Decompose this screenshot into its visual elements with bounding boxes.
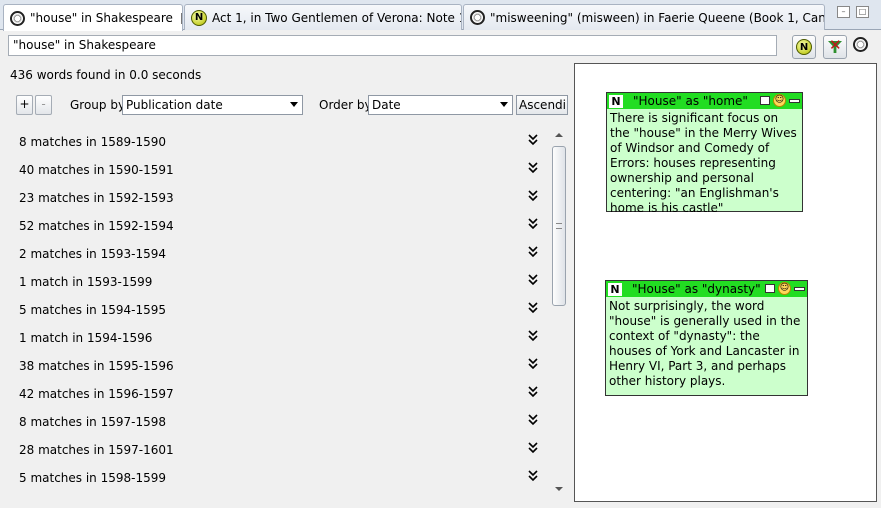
collapse-all-button[interactable]: -	[35, 95, 52, 115]
result-group-row[interactable]: 8 matches in 1589-1590	[0, 128, 548, 156]
tab-label: "misweening" (misween) in Faerie Queene …	[490, 10, 825, 25]
search-globe-icon[interactable]	[853, 37, 868, 52]
results-scrollbar[interactable]	[551, 128, 567, 496]
note-window-icon[interactable]	[765, 284, 775, 293]
result-group-label: 5 matches in 1594-1595	[19, 303, 167, 317]
expand-chevron-icon[interactable]	[527, 217, 539, 231]
order-by-select[interactable]: Date	[368, 95, 513, 115]
scroll-thumb[interactable]	[552, 146, 566, 306]
clear-filter-icon	[827, 36, 843, 55]
result-group-label: 28 matches in 1597-1601	[19, 443, 174, 457]
group-by-select[interactable]: Publication date	[122, 95, 303, 115]
result-group-label: 2 matches in 1593-1594	[19, 247, 167, 261]
maximize-button[interactable]: □	[856, 6, 869, 18]
close-icon[interactable]: ✕	[180, 12, 182, 24]
result-group-label: 52 matches in 1592-1594	[19, 219, 174, 233]
order-by-label: Order by:	[319, 98, 375, 112]
result-group-label: 5 matches in 1598-1599	[19, 471, 167, 485]
note-badge: N	[609, 94, 623, 108]
search-globe-icon	[470, 10, 485, 25]
result-group-label: 8 matches in 1597-1598	[19, 415, 167, 429]
order-by-value: Date	[372, 98, 401, 112]
result-group-label: 38 matches in 1595-1596	[19, 359, 174, 373]
note-house-as-home[interactable]: N "House" as "home" ☺ There is significa…	[606, 92, 803, 215]
tab-bar: "house" in Shakespeare ✕ N Act 1, in Two…	[0, 0, 881, 31]
result-group-row[interactable]: 1 match in 1593-1599	[0, 268, 548, 296]
new-note-button[interactable]: N	[792, 35, 816, 59]
result-group-row[interactable]: 28 matches in 1597-1601	[0, 436, 548, 464]
expand-chevron-icon[interactable]	[527, 329, 539, 343]
expand-chevron-icon[interactable]	[527, 273, 539, 287]
note-header[interactable]: N "House" as "home" ☺	[607, 93, 802, 109]
result-group-row[interactable]: 23 matches in 1592-1593	[0, 184, 548, 212]
expand-chevron-icon[interactable]	[527, 357, 539, 371]
result-group-row[interactable]: 2 matches in 1593-1594	[0, 240, 548, 268]
chevron-down-icon	[500, 102, 508, 107]
expand-chevron-icon[interactable]	[527, 385, 539, 399]
note-badge: N	[608, 282, 622, 296]
results-status: 436 words found in 0.0 seconds	[10, 68, 202, 82]
clear-filter-button[interactable]	[823, 35, 847, 59]
note-body[interactable]: Not surprisingly, the word "house" is ge…	[606, 297, 807, 391]
results-list: 8 matches in 1589-1590 40 matches in 1590…	[0, 128, 548, 496]
expand-chevron-icon[interactable]	[527, 189, 539, 203]
expand-chevron-icon[interactable]	[527, 441, 539, 455]
result-group-row[interactable]: 42 matches in 1596-1597	[0, 380, 548, 408]
minimize-note-icon[interactable]	[789, 98, 800, 103]
scroll-down-icon[interactable]	[555, 487, 563, 491]
note-icon: N	[796, 39, 812, 55]
minimize-button[interactable]: –	[837, 6, 850, 18]
result-group-row[interactable]: 38 matches in 1595-1596	[0, 352, 548, 380]
search-globe-icon	[10, 10, 25, 26]
expand-chevron-icon[interactable]	[527, 413, 539, 427]
result-group-row[interactable]: 8 matches in 1597-1598	[0, 408, 548, 436]
note-icon: N	[191, 9, 207, 26]
result-group-label: 42 matches in 1596-1597	[19, 387, 174, 401]
notes-canvas[interactable]: N "House" as "home" ☺ There is significa…	[574, 63, 877, 502]
search-input[interactable]: "house" in Shakespeare	[8, 35, 777, 56]
expand-all-button[interactable]: +	[16, 95, 33, 115]
smiley-icon[interactable]: ☺	[773, 94, 786, 107]
result-group-row[interactable]: 5 matches in 1594-1595	[0, 296, 548, 324]
expand-chevron-icon[interactable]	[527, 245, 539, 259]
tab-label: Act 1, in Two Gentlemen of Verona: Note …	[212, 10, 462, 25]
tab-label: "house" in Shakespeare	[30, 11, 173, 25]
result-group-row[interactable]: 52 matches in 1592-1594	[0, 212, 548, 240]
note-header[interactable]: N "House" as "dynasty" ☺	[606, 281, 807, 297]
result-group-label: 40 matches in 1590-1591	[19, 163, 174, 177]
sort-direction-button[interactable]: Ascendin	[516, 95, 568, 115]
note-house-as-dynasty[interactable]: N "House" as "dynasty" ☺ Not surprisingl…	[605, 280, 808, 396]
result-group-label: 8 matches in 1589-1590	[19, 135, 167, 149]
expand-chevron-icon[interactable]	[527, 301, 539, 315]
expand-chevron-icon[interactable]	[527, 133, 539, 147]
result-group-row[interactable]: 5 matches in 1598-1599	[0, 464, 548, 492]
note-body[interactable]: There is significant focus on the "house…	[607, 109, 802, 218]
expand-chevron-icon[interactable]	[527, 469, 539, 483]
result-group-row[interactable]: 40 matches in 1590-1591	[0, 156, 548, 184]
result-group-label: 1 match in 1594-1596	[19, 331, 153, 345]
result-group-row[interactable]: 1 match in 1594-1596	[0, 324, 548, 352]
expand-chevron-icon[interactable]	[527, 161, 539, 175]
scroll-up-icon[interactable]	[555, 133, 563, 137]
note-window-icon[interactable]	[760, 96, 770, 105]
tab-act1-two-gentlemen[interactable]: N Act 1, in Two Gentlemen of Verona: Not…	[184, 4, 462, 30]
chevron-down-icon	[290, 102, 298, 107]
smiley-icon[interactable]: ☺	[778, 282, 791, 295]
result-group-label: 1 match in 1593-1599	[19, 275, 153, 289]
tab-house-in-shakespeare[interactable]: "house" in Shakespeare ✕	[3, 4, 183, 31]
minimize-note-icon[interactable]	[794, 286, 805, 291]
group-by-value: Publication date	[126, 98, 223, 112]
tab-misweening[interactable]: "misweening" (misween) in Faerie Queene …	[463, 4, 825, 30]
group-by-label: Group by:	[70, 98, 129, 112]
result-group-label: 23 matches in 1592-1593	[19, 191, 174, 205]
